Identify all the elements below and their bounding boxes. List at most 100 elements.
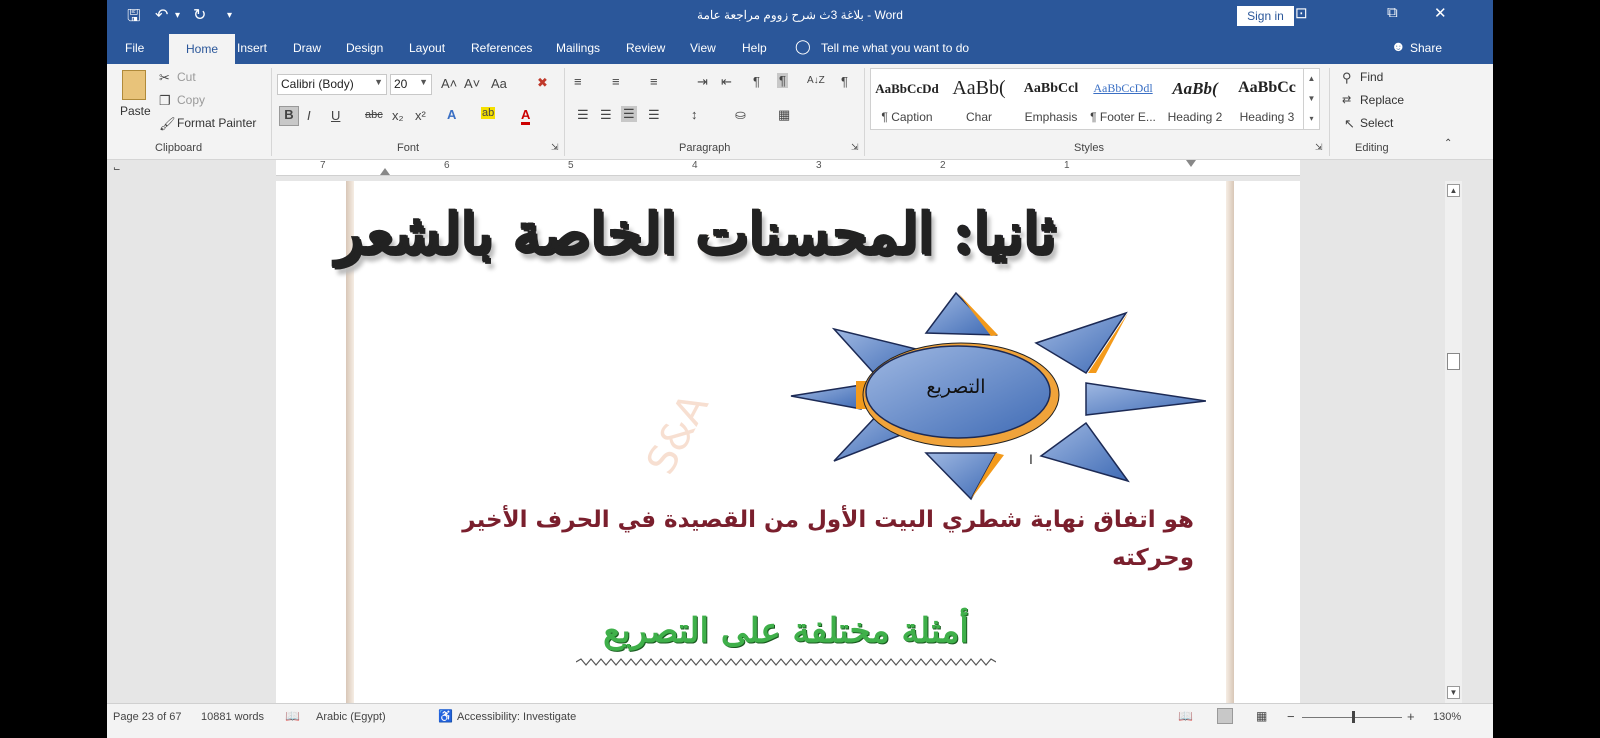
- replace-button[interactable]: Replace: [1360, 93, 1404, 107]
- ruler-corner-icon[interactable]: ⌙: [113, 163, 125, 175]
- font-color-button[interactable]: A: [521, 107, 531, 125]
- definition-paragraph: هو اتفاق نهاية شطري البيت الأول من القصي…: [462, 507, 1194, 571]
- zoom-slider-thumb[interactable]: [1352, 711, 1355, 723]
- numbering-icon[interactable]: ≡: [612, 74, 620, 89]
- increase-indent-icon[interactable]: ⇤: [721, 74, 732, 90]
- print-layout-icon[interactable]: [1217, 708, 1233, 724]
- tab-review[interactable]: Review: [626, 41, 665, 55]
- read-mode-icon[interactable]: 📖: [1178, 709, 1193, 723]
- proofing-icon[interactable]: 📖: [285, 709, 300, 723]
- bullets-icon[interactable]: ≡: [574, 74, 582, 89]
- word-count[interactable]: 10881 words: [201, 711, 264, 723]
- multilevel-list-icon[interactable]: ≡: [650, 74, 658, 89]
- accessibility-status[interactable]: Accessibility: Investigate: [457, 711, 576, 723]
- tab-layout[interactable]: Layout: [409, 41, 445, 55]
- page-count[interactable]: Page 23 of 67: [113, 711, 182, 723]
- document-page[interactable]: S&A ثانيا: المحسنات الخاصة بالشعر التصري…: [276, 181, 1300, 703]
- scroll-up-icon[interactable]: ▲: [1447, 184, 1460, 197]
- scroll-thumb[interactable]: [1447, 353, 1460, 370]
- styles-dialog-launcher-icon[interactable]: ⇲: [1315, 142, 1323, 153]
- shading-icon[interactable]: ⛀: [735, 107, 746, 123]
- tab-home[interactable]: Home: [169, 34, 235, 64]
- style-heading-2[interactable]: AaBb(Heading 2: [1159, 69, 1231, 131]
- zoom-out-button[interactable]: −: [1287, 709, 1295, 724]
- collapse-ribbon-icon[interactable]: ⌃: [1444, 138, 1452, 149]
- superscript-button[interactable]: x²: [415, 108, 426, 123]
- shrink-font-button[interactable]: A˅: [464, 76, 480, 91]
- bold-button[interactable]: B: [279, 106, 299, 126]
- styles-scroll[interactable]: ▲ ▼ ▾: [1303, 69, 1319, 129]
- text-effects-button[interactable]: A: [447, 107, 456, 122]
- decrease-indent-icon[interactable]: ⇥: [697, 74, 708, 90]
- highlight-button[interactable]: ab: [481, 107, 496, 119]
- close-icon[interactable]: ✕: [1434, 4, 1447, 22]
- word-window: 🖫 ↶ ▾ ↻ ▾ بلاغة 3ث شرح زووم مراجعة عامة …: [107, 0, 1493, 738]
- zoom-level[interactable]: 130%: [1433, 711, 1461, 723]
- underline-button[interactable]: U: [331, 108, 340, 123]
- style-emphasis[interactable]: AaBbCcl Emphasis: [1015, 69, 1087, 131]
- cut-button[interactable]: Cut: [177, 70, 196, 84]
- style-name: ¶ Footer E...: [1090, 110, 1156, 124]
- align-center-icon[interactable]: ☰: [600, 107, 612, 123]
- accessibility-icon: ♿: [438, 709, 453, 723]
- find-button[interactable]: Find: [1360, 70, 1383, 84]
- format-painter-button[interactable]: Format Painter: [177, 116, 256, 130]
- style-name: Heading 2: [1167, 110, 1223, 124]
- align-left-icon[interactable]: ☰: [577, 107, 589, 123]
- tell-me-search[interactable]: Tell me what you want to do: [821, 41, 969, 55]
- grow-font-button[interactable]: A˄: [441, 76, 457, 91]
- font-size-combo[interactable]: 20 ▼: [390, 74, 432, 95]
- change-case-button[interactable]: Aa: [491, 76, 507, 91]
- restore-icon[interactable]: ⧉: [1387, 4, 1398, 21]
- style-footer[interactable]: AaBbCcDdl ¶ Footer E...: [1087, 69, 1159, 131]
- tab-mailings[interactable]: Mailings: [556, 41, 600, 55]
- style-char[interactable]: AaBb(Char: [943, 69, 1015, 131]
- tab-insert[interactable]: Insert: [237, 41, 267, 55]
- font-name-combo[interactable]: Calibri (Body) ▼: [277, 74, 387, 95]
- tab-help[interactable]: Help: [742, 41, 767, 55]
- line-spacing-icon[interactable]: ↕: [691, 107, 698, 122]
- horizontal-ruler[interactable]: 7 6 5 4 3 2 1: [276, 160, 1300, 176]
- rtl-icon[interactable]: ¶: [777, 73, 788, 88]
- examples-heading: أمثلة مختلفة على التصريع: [603, 611, 969, 651]
- tab-file[interactable]: File: [125, 41, 144, 55]
- select-button[interactable]: Select: [1360, 116, 1393, 130]
- find-icon: ⚲: [1342, 70, 1352, 85]
- subscript-button[interactable]: x₂: [392, 108, 404, 123]
- paragraph-dialog-launcher-icon[interactable]: ⇲: [851, 142, 859, 153]
- ruler-indent-marker[interactable]: [1186, 160, 1196, 167]
- sign-in-button[interactable]: Sign in: [1237, 6, 1294, 26]
- style-caption[interactable]: AaBbCcDd ¶ Caption: [871, 69, 943, 131]
- paste-button[interactable]: Paste: [120, 104, 151, 118]
- styles-gallery: AaBbCcDd ¶ Caption AaBb(Char AaBbCcl Empha…: [870, 68, 1320, 130]
- font-dialog-launcher-icon[interactable]: ⇲: [551, 142, 559, 153]
- align-right-icon[interactable]: ☰: [621, 106, 637, 122]
- show-formatting-marks-button[interactable]: ¶: [841, 74, 848, 89]
- language-indicator[interactable]: Arabic (Egypt): [316, 711, 386, 723]
- clear-formatting-icon[interactable]: ✖: [537, 75, 548, 91]
- scroll-down-icon[interactable]: ▼: [1447, 686, 1460, 699]
- tab-view[interactable]: View: [690, 41, 716, 55]
- ruler-indent-marker[interactable]: [380, 168, 390, 175]
- share-button[interactable]: Share: [1410, 41, 1442, 55]
- strikethrough-button[interactable]: abc: [365, 109, 383, 121]
- paste-icon[interactable]: [122, 70, 146, 100]
- ltr-icon[interactable]: ¶: [753, 74, 760, 89]
- ribbon-home: Paste ✂ Cut ❐ Copy 🖌 Format Painter Clip…: [107, 64, 1493, 160]
- ribbon-display-options-icon[interactable]: ⊡: [1295, 4, 1308, 22]
- tab-references[interactable]: References: [471, 41, 532, 55]
- ruler-number: 3: [816, 160, 822, 171]
- borders-icon[interactable]: ▦: [778, 107, 790, 123]
- style-heading-3[interactable]: AaBbCc Heading 3: [1231, 69, 1303, 131]
- copy-button[interactable]: Copy: [177, 93, 205, 107]
- sort-button[interactable]: A↓Z: [807, 75, 825, 86]
- ruler-number: 5: [568, 160, 574, 171]
- tab-draw[interactable]: Draw: [293, 41, 321, 55]
- tab-design[interactable]: Design: [346, 41, 383, 55]
- italic-button[interactable]: I: [307, 108, 311, 123]
- style-preview: AaBbCcDdl: [1093, 81, 1153, 95]
- web-layout-icon[interactable]: ▦: [1256, 709, 1267, 723]
- vertical-scrollbar[interactable]: ▲ ▼: [1445, 181, 1462, 703]
- zoom-in-button[interactable]: +: [1407, 709, 1415, 724]
- justify-icon[interactable]: ☰: [648, 107, 660, 123]
